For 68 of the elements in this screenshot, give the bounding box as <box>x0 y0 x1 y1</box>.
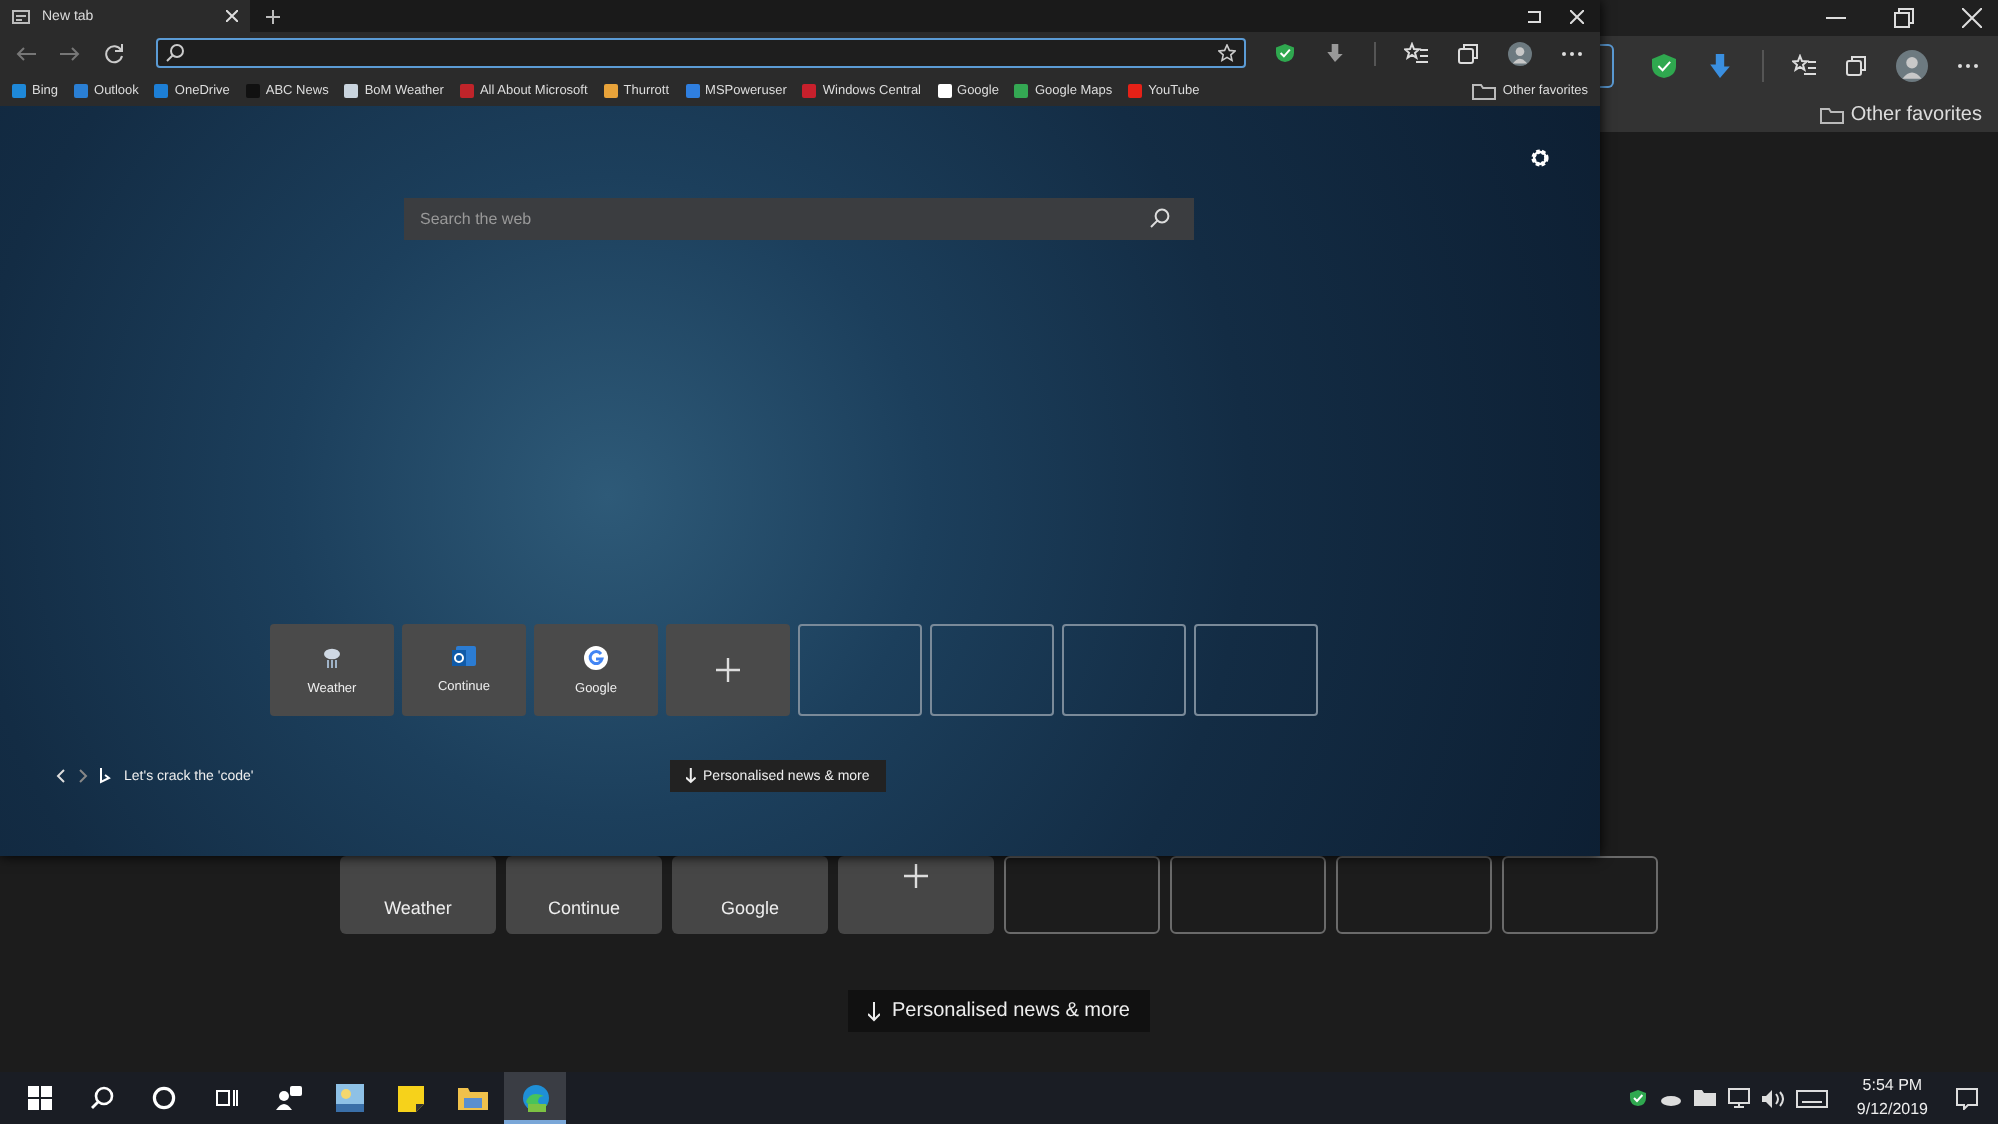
cloud-rain-icon <box>322 645 342 669</box>
shield-icon[interactable] <box>1274 42 1296 64</box>
collections-icon[interactable] <box>1844 54 1868 78</box>
empty-site-slot <box>1194 624 1318 716</box>
empty-site-slot <box>798 624 922 716</box>
shield-icon[interactable] <box>1628 1088 1649 1108</box>
favorites-icon[interactable] <box>1792 54 1816 78</box>
search-field[interactable]: Search the web <box>404 198 1194 240</box>
mail-icon <box>452 646 476 668</box>
minimize-icon[interactable] <box>1528 9 1542 23</box>
avatar-icon[interactable] <box>1508 41 1532 65</box>
download-icon[interactable] <box>1324 42 1346 64</box>
folder-icon[interactable] <box>458 1086 488 1110</box>
folder-icon[interactable] <box>1694 1090 1717 1106</box>
close-icon[interactable] <box>226 10 238 22</box>
more-icon[interactable] <box>1560 49 1584 57</box>
add-site-tile[interactable] <box>838 856 994 934</box>
close-icon[interactable] <box>1570 9 1584 23</box>
tab-page-icon <box>12 9 30 23</box>
avatar-icon[interactable] <box>1896 50 1928 82</box>
top-site-tile[interactable]: Weather <box>340 856 496 934</box>
down-arrow-icon <box>868 1001 881 1021</box>
search-icon[interactable] <box>89 1086 113 1110</box>
weather-app-icon[interactable] <box>335 1084 363 1112</box>
search-icon[interactable] <box>1150 208 1170 228</box>
restore-icon[interactable] <box>1894 8 1914 28</box>
download-icon[interactable] <box>1706 52 1734 80</box>
more-icon[interactable] <box>1956 62 1980 70</box>
previous-icon[interactable] <box>56 768 66 784</box>
windows-logo-icon[interactable] <box>27 1086 51 1110</box>
next-icon[interactable] <box>78 768 88 784</box>
top-site-tile[interactable]: Google <box>672 856 828 934</box>
down-arrow-icon <box>685 768 696 784</box>
refresh-icon[interactable] <box>104 43 124 63</box>
plus-icon <box>716 658 740 682</box>
settings-icon[interactable] <box>1528 146 1552 170</box>
keyboard-icon[interactable] <box>1796 1089 1829 1107</box>
top-site-tile[interactable]: Continue <box>506 856 662 934</box>
collections-icon[interactable] <box>1456 41 1480 65</box>
star-icon[interactable] <box>1218 44 1236 62</box>
other-favorites-button[interactable]: Other favorites <box>1820 103 1982 125</box>
search-icon <box>166 44 184 62</box>
address-field[interactable] <box>156 38 1246 68</box>
sticky-note-icon[interactable] <box>398 1085 424 1111</box>
edge-icon[interactable] <box>521 1084 549 1112</box>
forward-icon[interactable] <box>60 45 80 61</box>
close-icon[interactable] <box>1962 8 1982 28</box>
circle-icon[interactable] <box>151 1086 175 1110</box>
people-icon[interactable] <box>273 1084 301 1112</box>
notification-icon[interactable] <box>1956 1087 1978 1109</box>
empty-site-slot <box>1062 624 1186 716</box>
google-icon <box>584 645 608 669</box>
shield-icon[interactable] <box>1650 52 1678 80</box>
favorites-icon[interactable] <box>1404 41 1428 65</box>
network-icon[interactable] <box>1728 1088 1751 1108</box>
plus-icon <box>904 864 928 888</box>
new-tab-icon[interactable] <box>266 9 280 23</box>
cloud-icon[interactable] <box>1660 1091 1683 1105</box>
volume-icon[interactable] <box>1762 1089 1785 1107</box>
task-view-icon[interactable] <box>213 1086 237 1110</box>
empty-site-slot <box>930 624 1054 716</box>
bing-logo-icon <box>100 768 112 784</box>
add-site-tile[interactable] <box>666 624 790 716</box>
folder-icon <box>1820 105 1845 123</box>
clock[interactable]: 5:54 PM 9/12/2019 <box>1856 1074 1928 1122</box>
back-icon[interactable] <box>16 45 36 61</box>
folder-icon <box>1472 81 1497 99</box>
news-button[interactable]: Personalised news & more <box>848 990 1150 1032</box>
